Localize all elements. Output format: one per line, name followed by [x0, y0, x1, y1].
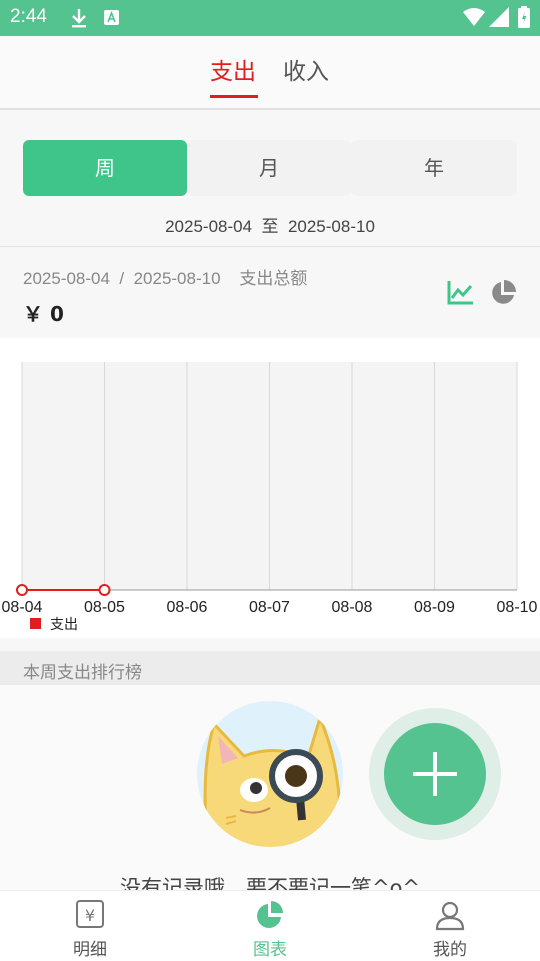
wifi-icon: [463, 8, 485, 26]
active-tab-indicator: [210, 95, 258, 98]
x-tick-label: 08-05: [84, 599, 125, 616]
legend-swatch: [30, 618, 41, 629]
period-year-button[interactable]: 年: [351, 140, 517, 196]
x-tick-label: 08-09: [414, 599, 455, 616]
cat-magnifier-illustration: [197, 701, 343, 847]
nav-mine-label: 我的: [433, 940, 467, 960]
tab-income[interactable]: 收入: [283, 52, 329, 86]
data-point: [16, 584, 28, 596]
bottom-navigation: ¥ 明细 图表 我的: [0, 890, 540, 961]
status-bar: 2:44: [0, 0, 540, 36]
person-icon: [435, 901, 465, 931]
expense-line-chart: 08-04 08-05 08-06 08-07 08-08 08-09 08-10 支出: [2, 362, 538, 633]
ledger-yen-icon: ¥: [76, 900, 104, 928]
x-tick-label: 08-06: [167, 599, 208, 616]
tab-expense[interactable]: 支出: [210, 52, 256, 86]
chart-card: 08-04 08-05 08-06 08-07 08-08 08-09 08-10 支出: [0, 338, 540, 638]
legend-label: 支出: [50, 617, 78, 633]
x-tick-label: 08-04: [2, 599, 43, 616]
top-tab-bar: 支出 收入: [0, 36, 540, 110]
total-amount: ￥ 0: [23, 302, 64, 326]
x-tick-label: 08-10: [497, 599, 538, 616]
nav-detail[interactable]: ¥ 明细: [0, 891, 180, 961]
svg-text:¥: ¥: [85, 906, 95, 925]
divider: [0, 246, 540, 247]
period-month-button[interactable]: 月: [187, 140, 351, 196]
data-point: [98, 584, 111, 596]
pie-chart-icon[interactable]: [489, 279, 517, 307]
nav-chart[interactable]: 图表: [180, 891, 360, 961]
period-week-button[interactable]: 周: [23, 140, 187, 196]
status-time: 2:44: [10, 6, 47, 27]
signal-icon: [489, 7, 509, 27]
battery-icon: [518, 6, 530, 28]
pie-chart-nav-icon: [257, 901, 283, 928]
download-icon: [72, 9, 86, 28]
nav-mine[interactable]: 我的: [360, 891, 540, 961]
x-tick-label: 08-07: [249, 599, 290, 616]
add-record-button[interactable]: [368, 707, 502, 841]
nav-detail-label: 明细: [73, 940, 107, 960]
line-chart-icon[interactable]: [446, 279, 474, 307]
keyboard-a-icon: [104, 10, 119, 25]
summary-label: 2025-08-04 / 2025-08-10 支出总额: [23, 269, 308, 288]
ranking-title: 本周支出排行榜: [23, 663, 142, 683]
date-range-label: 2025-08-04 至 2025-08-10: [165, 217, 375, 236]
ranking-header: 本周支出排行榜: [0, 651, 540, 685]
nav-chart-label: 图表: [253, 940, 287, 960]
x-tick-label: 08-08: [332, 599, 373, 616]
